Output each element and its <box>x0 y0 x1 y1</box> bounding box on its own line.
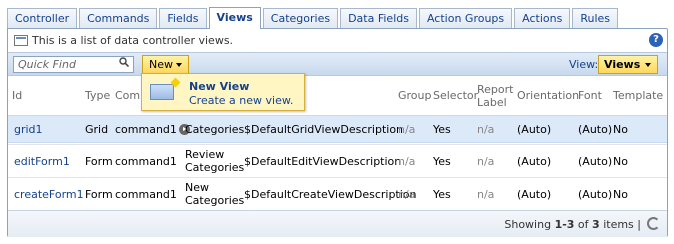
toolbar: Quick Find New View: Views <box>8 52 667 76</box>
row-id[interactable]: editForm1 <box>14 145 70 177</box>
row-type: Form <box>85 187 113 201</box>
row-label: Categories <box>185 122 245 136</box>
row-id[interactable]: grid1 <box>14 116 43 142</box>
row-font: (Auto) <box>578 122 613 136</box>
row-selector: Yes <box>433 122 451 136</box>
pager-text: Showing 1-3 of 3 items | <box>504 218 641 231</box>
tab-strip: Controller Commands Fields Views Categor… <box>7 7 620 29</box>
table-row[interactable]: createForm1 Form command1 New Categories… <box>8 177 667 210</box>
row-report-label: n/a <box>477 187 495 201</box>
new-view-icon <box>150 84 174 100</box>
pager-total: 3 <box>592 218 600 231</box>
column-header-template[interactable]: Template <box>613 77 663 114</box>
table-row[interactable]: grid1 Grid command1 Categories $DefaultG… <box>8 115 667 143</box>
row-template: No <box>613 187 628 201</box>
tab-categories[interactable]: Categories <box>262 8 339 29</box>
new-view-description: Create a new view. <box>189 94 294 107</box>
pager-of: of <box>574 218 593 231</box>
row-header-text: $DefaultCreateViewDescription <box>244 187 417 201</box>
row-font: (Auto) <box>578 187 613 201</box>
pager-range: 1-3 <box>554 218 575 231</box>
tab-controller[interactable]: Controller <box>7 8 78 29</box>
new-button-label: New <box>149 58 173 71</box>
row-font: (Auto) <box>578 154 613 168</box>
new-menu: New View Create a new view. <box>141 73 305 111</box>
row-command-text: command1 <box>115 122 177 136</box>
row-orientation: (Auto) <box>517 122 552 136</box>
description-bar: This is a list of data controller views. <box>8 29 667 51</box>
row-type: Form <box>85 154 113 168</box>
row-selector: Yes <box>433 154 451 168</box>
tab-fields[interactable]: Fields <box>159 8 207 29</box>
pager-prefix: Showing <box>504 218 555 231</box>
search-icon[interactable] <box>119 57 129 67</box>
view-selector[interactable]: Views <box>598 55 658 74</box>
row-orientation: (Auto) <box>517 187 552 201</box>
row-label: Review Categories <box>185 148 245 174</box>
tab-rules[interactable]: Rules <box>572 8 619 29</box>
new-view-menu-item[interactable]: New View <box>189 80 249 93</box>
quick-find-input[interactable]: Quick Find <box>13 56 134 73</box>
column-header-font[interactable]: Font <box>578 77 602 114</box>
row-group: n/a <box>398 154 416 168</box>
chevron-down-icon <box>645 63 651 67</box>
view-selector-value: Views <box>604 58 641 71</box>
tab-actions[interactable]: Actions <box>514 8 571 29</box>
row-id[interactable]: createForm1 <box>14 178 84 210</box>
views-panel: This is a list of data controller views.… <box>7 28 668 237</box>
column-header-group[interactable]: Group <box>398 77 432 114</box>
pager-footer: Showing 1-3 of 3 items | <box>8 210 667 237</box>
refresh-icon[interactable] <box>647 217 660 230</box>
row-report-label: n/a <box>477 154 495 168</box>
pager-suffix: items | <box>599 218 641 231</box>
tab-action-groups[interactable]: Action Groups <box>418 8 513 29</box>
row-command: command1 <box>115 154 177 168</box>
row-command: command1 <box>115 116 190 142</box>
row-label: New Categories <box>185 181 245 207</box>
row-header-text: $DefaultGridViewDescription <box>244 122 404 136</box>
column-header-orientation[interactable]: Orientation <box>517 77 579 114</box>
column-header-selector[interactable]: Selector <box>433 77 478 114</box>
column-headers: Id Type Command Group Selector Report La… <box>8 77 667 114</box>
tab-data-fields[interactable]: Data Fields <box>340 8 417 29</box>
row-orientation: (Auto) <box>517 154 552 168</box>
row-group: n/a <box>398 187 416 201</box>
row-template: No <box>613 122 628 136</box>
row-type: Grid <box>85 122 109 136</box>
new-button[interactable]: New <box>142 55 189 74</box>
row-selector: Yes <box>433 187 451 201</box>
table-row[interactable]: editForm1 Form command1 Review Categorie… <box>8 144 667 177</box>
row-group: n/a <box>398 122 416 136</box>
help-icon[interactable]: ? <box>649 33 663 47</box>
column-header-type[interactable]: Type <box>85 77 110 114</box>
description-text: This is a list of data controller views. <box>32 33 234 47</box>
column-header-id[interactable]: Id <box>12 77 22 114</box>
tab-views[interactable]: Views <box>208 7 261 29</box>
row-report-label: n/a <box>477 122 495 136</box>
row-header-text: $DefaultEditViewDescription <box>244 154 402 168</box>
row-template: No <box>613 154 628 168</box>
list-icon <box>14 34 28 46</box>
row-command: command1 <box>115 187 177 201</box>
chevron-down-icon <box>176 63 182 67</box>
column-header-report-label[interactable]: Report Label <box>477 77 513 114</box>
view-label: View: <box>569 58 599 71</box>
tab-commands[interactable]: Commands <box>79 8 158 29</box>
